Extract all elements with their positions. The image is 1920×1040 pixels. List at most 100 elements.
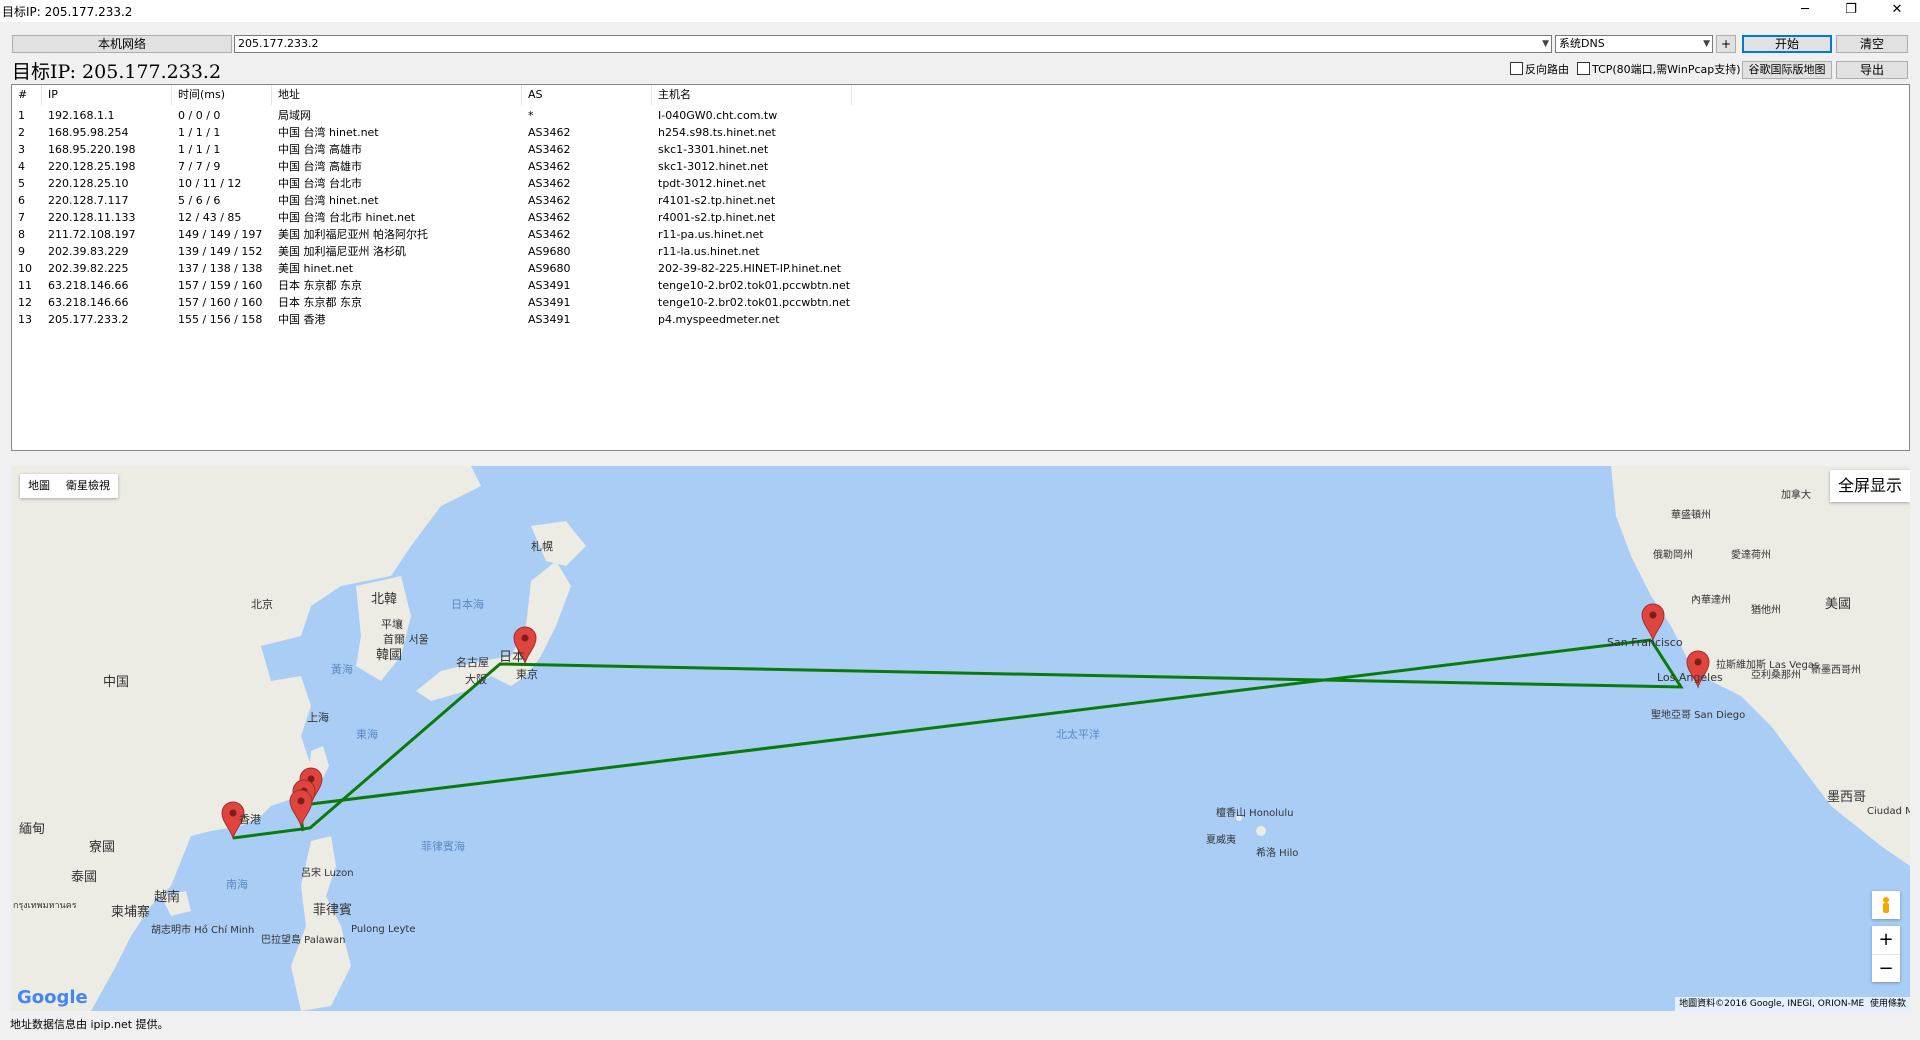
table-cell: AS9680 <box>528 262 571 275</box>
minimize-button[interactable]: ─ <box>1782 0 1828 22</box>
table-cell: I-040GW0.cht.com.tw <box>658 109 778 122</box>
table-row[interactable]: 7 220.128.11.133 12 / 43 / 85 中国 台湾 台北市 hin… <box>12 209 892 226</box>
table-cell: h254.s98.ts.hinet.net <box>658 126 776 139</box>
column-header[interactable]: AS <box>522 85 652 105</box>
table-cell: AS3462 <box>528 194 571 207</box>
google-map-button[interactable]: 谷歌国际版地图 <box>1742 61 1832 79</box>
table-cell: 211.72.108.197 <box>48 228 136 241</box>
table-row[interactable]: 2 168.95.98.254 1 / 1 / 1 中国 台湾 hinet.net AS… <box>12 124 892 141</box>
table-cell: 11 <box>18 279 32 292</box>
table-cell: AS3462 <box>528 160 571 173</box>
table-cell: 202-39-82-225.HINET-IP.hinet.net <box>658 262 842 275</box>
trace-table[interactable]: # IP 时间(ms) 地址 AS 主机名 1 192.168.1.1 0 / 0 … <box>11 84 1910 451</box>
zoom-out-button[interactable]: − <box>1872 954 1900 983</box>
dns-select[interactable]: 系统DNS ▼ <box>1555 35 1713 53</box>
table-row[interactable]: 10 202.39.82.225 137 / 138 / 138 美国 hinet.n… <box>12 260 892 277</box>
table-cell: 12 <box>18 296 32 309</box>
fullscreen-button[interactable]: 全屏显示 <box>1829 470 1910 502</box>
table-cell: 63.218.146.66 <box>48 279 129 292</box>
table-cell: 168.95.98.254 <box>48 126 129 139</box>
map-label: กรุงเทพมหานคร <box>13 901 77 911</box>
chevron-down-icon[interactable]: ▼ <box>1703 36 1710 52</box>
table-cell: 149 / 149 / 197 <box>178 228 263 241</box>
column-header[interactable]: 主机名 <box>652 85 852 105</box>
target-ip-label: 目标IP: 205.177.233.2 <box>12 61 222 83</box>
map-label: Los Angeles <box>1657 671 1723 684</box>
table-row[interactable]: 3 168.95.220.198 1 / 1 / 1 中国 台湾 高雄市 AS3462 s… <box>12 141 892 158</box>
status-text: 地址数据信息由 ipip.net 提供。 <box>10 1018 169 1031</box>
map-label: 泰國 <box>71 870 98 885</box>
reverse-route-label: 反向路由 <box>1525 63 1569 76</box>
map-label: 愛達荷州 <box>1731 550 1771 561</box>
table-cell: 1 / 1 / 1 <box>178 143 221 156</box>
table-cell: r4101-s2.tp.hinet.net <box>658 194 776 207</box>
street-view-icon[interactable] <box>1872 891 1900 919</box>
table-cell: AS3491 <box>528 313 571 326</box>
map-marker-dot <box>1694 658 1702 666</box>
zoom-in-button[interactable]: + <box>1872 926 1900 954</box>
table-row[interactable]: 12 63.218.146.66 157 / 160 / 160 日本 东京都 东京 A… <box>12 294 892 311</box>
chevron-down-icon[interactable]: ▼ <box>1542 36 1549 52</box>
terms-link[interactable]: 使用條款 <box>1870 999 1906 1009</box>
map-type-satellite[interactable]: 衛星檢視 <box>58 479 118 492</box>
maximize-button[interactable]: ❐ <box>1828 0 1874 22</box>
column-header[interactable]: 时间(ms) <box>172 85 272 105</box>
clear-button[interactable]: 清空 <box>1836 35 1908 53</box>
route-map[interactable]: 中国 北京 北韓 平壤 首爾 서울 韓國 日本海 札幌 名古屋 大阪 日本 東京… <box>11 466 1910 1011</box>
table-cell: 192.168.1.1 <box>48 109 115 122</box>
map-marker[interactable] <box>289 789 313 828</box>
table-cell: 美国 加利福尼亚州 帕洛阿尔托 <box>278 228 428 241</box>
table-cell: 205.177.233.2 <box>48 313 129 326</box>
tcp-checkbox[interactable]: TCP(80端口,需WinPcap支持) <box>1577 62 1741 77</box>
column-header[interactable]: # <box>12 85 42 105</box>
table-row[interactable]: 4 220.128.25.198 7 / 7 / 9 中国 台湾 高雄市 AS3462 s… <box>12 158 892 175</box>
reverse-route-checkbox[interactable]: 反向路由 <box>1510 62 1569 77</box>
column-header[interactable]: 地址 <box>272 85 522 105</box>
map-label: 上海 <box>307 711 329 724</box>
map-label: 日本海 <box>451 598 484 611</box>
table-cell: tenge10-2.br02.tok01.pccwbtn.net <box>658 279 851 292</box>
table-row[interactable]: 9 202.39.83.229 139 / 149 / 152 美国 加利福尼亚州 洛… <box>12 243 892 260</box>
table-row[interactable]: 5 220.128.25.10 10 / 11 / 12 中国 台湾 台北市 AS346… <box>12 175 892 192</box>
map-label: 東京 <box>516 668 538 681</box>
column-header[interactable]: IP <box>42 85 172 105</box>
map-label: 中国 <box>103 675 130 690</box>
map-label: 大阪 <box>465 673 487 686</box>
table-row[interactable]: 8 211.72.108.197 149 / 149 / 197 美国 加利福尼亚州 … <box>12 226 892 243</box>
table-cell: 1 / 1 / 1 <box>178 126 221 139</box>
map-label: 札幌 <box>531 540 553 553</box>
window-title: 目标IP: 205.177.233.2 <box>2 5 133 19</box>
table-cell: p4.myspeedmeter.net <box>658 313 780 326</box>
table-cell: AS3491 <box>528 279 571 292</box>
table-cell: 美国 hinet.net <box>278 262 354 275</box>
table-row[interactable]: 13 205.177.233.2 155 / 156 / 158 中国 香港 AS349… <box>12 311 892 328</box>
checkbox-box[interactable] <box>1577 62 1590 75</box>
map-label: 菲律賓 <box>313 903 353 918</box>
table-cell: 局域网 <box>278 109 311 122</box>
start-button[interactable]: 开始 <box>1742 35 1832 53</box>
table-cell: tenge10-2.br02.tok01.pccwbtn.net <box>658 296 851 309</box>
map-canvas[interactable] <box>11 466 1910 1011</box>
export-button[interactable]: 导出 <box>1836 61 1908 79</box>
map-label: 柬埔寨 <box>111 905 151 920</box>
table-cell: 美国 加利福尼亚州 洛杉矶 <box>278 245 406 258</box>
map-label: 菲律賓海 <box>421 840 465 853</box>
map-marker[interactable] <box>1641 603 1665 642</box>
table-row[interactable]: 11 63.218.146.66 157 / 159 / 160 日本 东京都 东京 A… <box>12 277 892 294</box>
add-button[interactable]: + <box>1716 35 1736 53</box>
map-label: San Francisco <box>1607 636 1683 649</box>
checkbox-box[interactable] <box>1510 62 1523 75</box>
map-label: 東海 <box>356 728 378 741</box>
table-cell: 中国 台湾 高雄市 <box>278 160 362 173</box>
table-cell: 157 / 160 / 160 <box>178 296 263 309</box>
table-row[interactable]: 6 220.128.7.117 5 / 6 / 6 中国 台湾 hinet.net AS… <box>12 192 892 209</box>
map-type-map[interactable]: 地圖 <box>20 479 58 492</box>
table-cell: 63.218.146.66 <box>48 296 129 309</box>
target-input[interactable]: 205.177.233.2 ▼ <box>234 35 1552 53</box>
table-row[interactable]: 1 192.168.1.1 0 / 0 / 0 局域网 * I-040GW0.cht.co… <box>12 107 892 124</box>
land-hawaii-2 <box>1256 826 1266 836</box>
local-network-button[interactable]: 本机网络 <box>12 35 232 53</box>
map-label: 越南 <box>154 890 181 905</box>
close-button[interactable]: ✕ <box>1874 0 1920 22</box>
table-cell: 10 / 11 / 12 <box>178 177 242 190</box>
